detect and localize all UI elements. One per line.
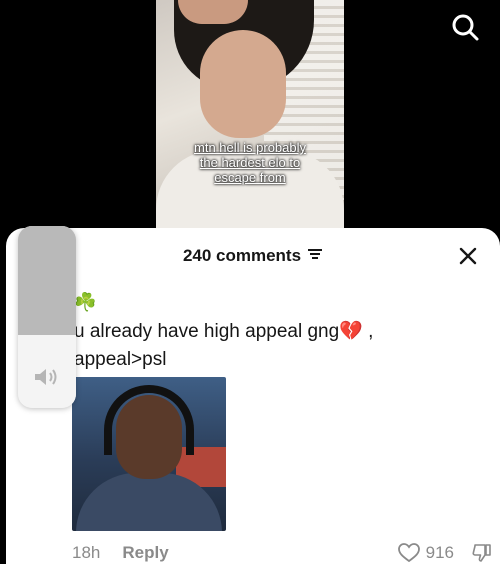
reply-button[interactable]: Reply [122, 543, 168, 563]
caption-line-2: the hardest elo to [199, 155, 301, 170]
volume-track [18, 226, 76, 335]
search-icon [452, 14, 479, 41]
caption-line-3: escape from [214, 170, 286, 185]
close-icon [459, 247, 477, 265]
like-button[interactable]: 916 [397, 543, 454, 563]
speaker-icon [35, 369, 57, 385]
dislike-button[interactable] [472, 543, 492, 563]
comments-count-title: 240 comments [182, 246, 302, 265]
video-player[interactable]: mtn hell is probably the hardest elo to … [156, 0, 344, 240]
comment-footer: 18h Reply 916 [72, 542, 492, 564]
heart-icon [397, 543, 420, 563]
close-comments-button[interactable] [456, 244, 480, 268]
search-button[interactable] [448, 10, 482, 44]
username-emoji[interactable]: ☘️ [74, 292, 96, 313]
comments-header: 240 comments [6, 244, 500, 268]
thumbs-down-icon [472, 544, 491, 562]
comments-sheet: 240 comments ☘️ u already have high appe… [6, 228, 500, 564]
comment-line-2: appeal>psl [74, 349, 167, 370]
filter-lines-icon[interactable] [307, 246, 323, 266]
person-face [200, 30, 286, 138]
comment-timestamp: 18h [72, 543, 101, 562]
comment-attached-image[interactable] [72, 377, 226, 531]
comment-line-1: u already have high appeal gng💔 , [74, 321, 374, 342]
headphones-icon [104, 385, 194, 455]
video-caption: mtn hell is probably the hardest elo to … [156, 140, 344, 185]
volume-slider[interactable] [18, 226, 76, 408]
like-count: 916 [425, 543, 454, 562]
comment-text: u already have high appeal gng💔 , appeal… [74, 318, 484, 374]
caption-line-1: mtn hell is probably [194, 140, 306, 155]
